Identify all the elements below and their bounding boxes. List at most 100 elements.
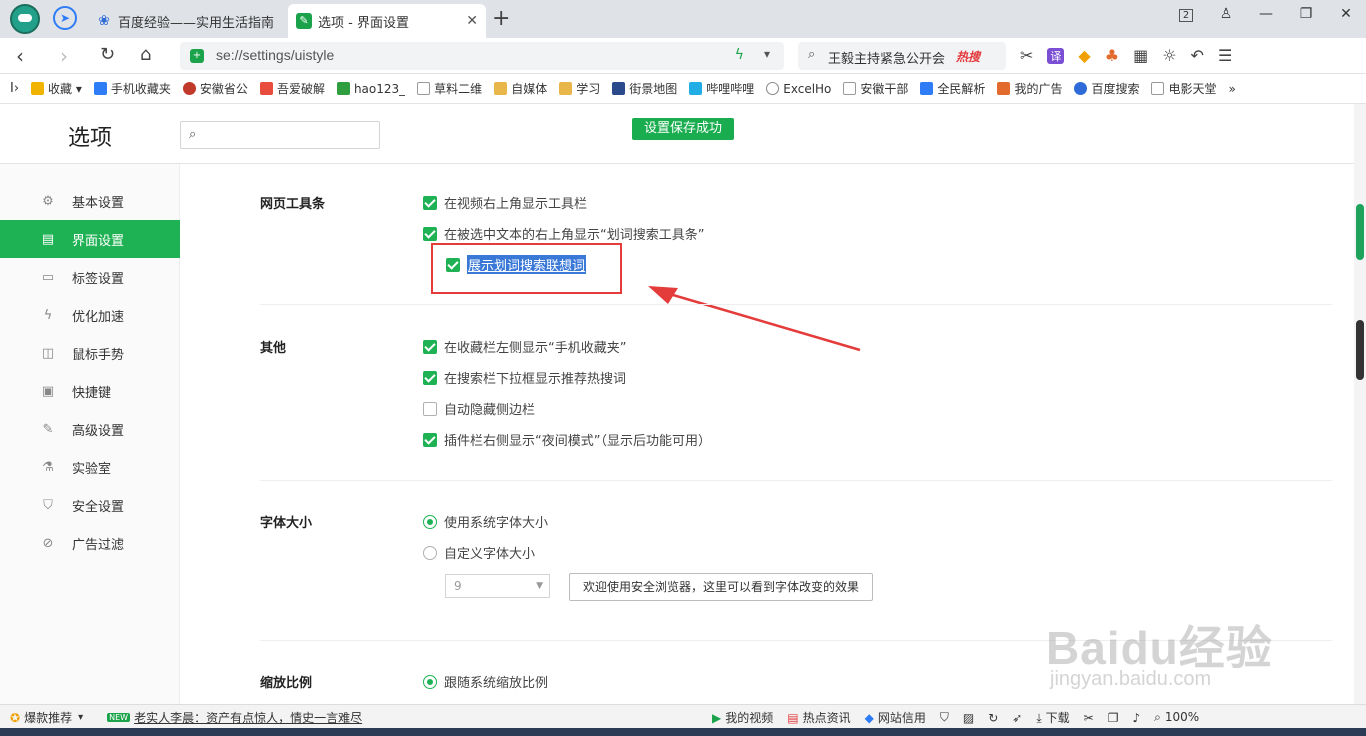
bookmark-item[interactable]: 草料二维 — [417, 80, 482, 97]
hot-news-button[interactable]: ▤ 热点资讯 — [787, 709, 850, 726]
screenshot-icon[interactable]: ✂ — [1084, 711, 1094, 725]
rocket-icon[interactable]: ➶ — [1012, 711, 1022, 725]
undo-icon[interactable]: ↶ — [1191, 46, 1204, 65]
sidebar-item-tabs[interactable]: ▭ 标签设置 — [0, 258, 180, 296]
close-icon[interactable]: ✕ — [466, 13, 478, 29]
translate-icon[interactable]: 译 — [1047, 47, 1065, 64]
sidebar-toggle-icon[interactable]: I› — [10, 81, 19, 96]
option-night-mode[interactable]: 插件栏右侧显示“夜间模式”（显示后功能可用） — [423, 430, 711, 449]
coupon-icon[interactable]: ◆ — [1078, 46, 1090, 65]
apps-grid-icon[interactable]: ▦ — [1133, 46, 1148, 65]
bookmark-item[interactable]: 安徽干部 — [843, 80, 908, 97]
site-credit-button[interactable]: ◆ 网站信用 — [865, 709, 926, 726]
checkbox-checked[interactable] — [423, 339, 437, 354]
section-divider — [260, 480, 1332, 481]
bookmark-item[interactable]: 安徽省公 — [182, 80, 248, 97]
hot-recommend-label[interactable]: 爆款推荐 — [24, 709, 72, 726]
tab-settings[interactable]: ✎ 选项 - 界面设置 ✕ — [288, 4, 486, 38]
forward-arrow-icon[interactable]: › — [60, 44, 68, 68]
menu-icon[interactable]: ☰ — [1218, 46, 1232, 65]
image-icon[interactable]: ▨ — [963, 711, 974, 725]
navigation-compass-icon[interactable]: ➤ — [53, 6, 77, 30]
bookmark-item[interactable]: 电影天堂 — [1151, 80, 1216, 97]
bookmark-item[interactable]: 收藏 ▾ — [31, 80, 82, 97]
option-mobile-favorites[interactable]: 在收藏栏左侧显示“手机收藏夹” — [423, 337, 626, 356]
option-video-toolbar[interactable]: 在视频右上角显示工具栏 — [423, 193, 587, 212]
radio-selected[interactable] — [423, 514, 437, 529]
skin-shirt-icon[interactable]: ♙ — [1206, 6, 1246, 22]
search-suggestion[interactable]: 王毅主持紧急公开会 — [828, 48, 945, 67]
bookmarks-more[interactable]: » — [1228, 82, 1235, 96]
sidebar-item-interface[interactable]: ▤ 界面设置 — [0, 220, 180, 258]
bookmark-item[interactable]: 吾爱破解 — [259, 80, 325, 97]
checkbox-checked[interactable] — [423, 370, 437, 385]
zoom-button[interactable]: ⌕ 100% — [1154, 710, 1199, 725]
shield-icon[interactable]: ⛉ — [940, 710, 949, 725]
option-hot-search-words[interactable]: 在搜索栏下拉框显示推荐热搜词 — [423, 368, 626, 387]
bookmark-item[interactable]: hao123_ — [336, 82, 405, 96]
restore-icon[interactable]: ❐ — [1286, 6, 1326, 22]
home-icon[interactable]: ⌂ — [140, 44, 151, 65]
refresh-icon[interactable]: ↻ — [100, 44, 115, 65]
bookmark-item[interactable]: 百度搜索 — [1074, 80, 1139, 97]
checkbox-unchecked[interactable] — [423, 401, 437, 416]
sidebar-item-mouse-gesture[interactable]: ◫ 鼠标手势 — [0, 334, 180, 372]
download-button[interactable]: ⤓ 下载 — [1036, 709, 1069, 726]
bookmark-item[interactable]: 街景地图 — [612, 80, 677, 97]
address-bar[interactable]: + se://settings/uistyle ϟ ▾ — [180, 42, 784, 70]
radio-unselected[interactable] — [423, 545, 437, 560]
game-icon[interactable]: ♣ — [1105, 46, 1119, 65]
bookmark-item[interactable]: 自媒体 — [494, 80, 547, 97]
radio-selected[interactable] — [423, 674, 437, 689]
checkbox-checked[interactable] — [423, 195, 437, 210]
bookmark-item[interactable]: 学习 — [559, 80, 600, 97]
page-scrollbar[interactable] — [1354, 104, 1366, 704]
lightning-icon[interactable]: ϟ — [735, 47, 744, 63]
sidebar-item-adblock[interactable]: ⊘ 广告过滤 — [0, 524, 180, 562]
window-icon: ▤ — [41, 231, 55, 247]
tab-count-icon[interactable]: 2 — [1166, 6, 1206, 22]
options-search-input[interactable]: ⌕ — [180, 121, 380, 149]
folder-icon — [494, 82, 508, 95]
news-link[interactable]: 老实人李晨：资产有点惊人，情史一言难尽 — [134, 709, 362, 726]
sidebar-item-advanced[interactable]: ✎ 高级设置 — [0, 410, 180, 448]
scissors-icon[interactable]: ✂ — [1020, 46, 1033, 65]
option-system-zoom[interactable]: 跟随系统缩放比例 — [423, 672, 548, 691]
back-arrow-icon[interactable]: ‹ — [16, 44, 24, 68]
chevron-down-icon[interactable]: ▾ — [764, 47, 770, 61]
window-close-icon[interactable]: ✕ — [1326, 6, 1366, 22]
sidebar-item-optimize[interactable]: ϟ 优化加速 — [0, 296, 180, 334]
option-selection-search-toolbar[interactable]: 在被选中文本的右上角显示“划词搜索工具条” — [423, 224, 704, 243]
sidebar-item-basic[interactable]: ⚙ 基本设置 — [0, 182, 180, 220]
option-system-font-size[interactable]: 使用系统字体大小 — [423, 512, 548, 531]
sidebar-item-security[interactable]: ⛉ 安全设置 — [0, 486, 180, 524]
user-avatar[interactable] — [10, 4, 40, 34]
bookmark-item[interactable]: ExcelHo — [766, 82, 831, 96]
bookmark-item[interactable]: 哔哩哔哩 — [689, 80, 754, 97]
tab-baidu-jingyan[interactable]: ❀ 百度经验——实用生活指南 — [88, 4, 286, 38]
option-auto-hide-sidebar[interactable]: 自动隐藏侧边栏 — [423, 399, 535, 418]
minimize-icon[interactable]: — — [1246, 6, 1286, 22]
my-video-button[interactable]: ▶ 我的视频 — [712, 709, 773, 726]
sidebar-item-lab[interactable]: ⚗ 实验室 — [0, 448, 180, 486]
scrollbar-thumb-secondary[interactable] — [1356, 320, 1364, 380]
refresh-icon[interactable]: ↻ — [988, 711, 998, 725]
bookmark-item[interactable]: 全民解析 — [920, 80, 985, 97]
hot-search-badge: 热搜 — [956, 50, 981, 64]
volume-icon[interactable]: ♪ — [1133, 711, 1141, 725]
bookmark-item[interactable]: 手机收藏夹 — [93, 80, 171, 97]
sidebar-item-shortcuts[interactable]: ▣ 快捷键 — [0, 372, 180, 410]
font-size-select[interactable]: 9 ▼ — [445, 574, 550, 598]
chevron-down-icon[interactable]: ▾ — [78, 712, 83, 723]
option-custom-font-size[interactable]: 自定义字体大小 — [423, 543, 535, 562]
scrollbar-thumb[interactable] — [1356, 204, 1364, 260]
checkbox-checked[interactable] — [423, 226, 437, 241]
brightness-icon[interactable]: ☼ — [1162, 46, 1176, 65]
search-bar[interactable]: ⌕ 王毅主持紧急公开会 热搜 — [798, 42, 1006, 70]
checkbox-checked[interactable] — [423, 432, 437, 447]
plus-icon[interactable]: + — [492, 6, 510, 31]
window-icon[interactable]: ❐ — [1108, 711, 1119, 725]
font-preview-button[interactable]: 欢迎使用安全浏览器，这里可以看到字体改变的效果 — [569, 573, 873, 601]
bookmark-item[interactable]: 我的广告 — [997, 80, 1062, 97]
address-url[interactable]: se://settings/uistyle — [216, 47, 334, 63]
